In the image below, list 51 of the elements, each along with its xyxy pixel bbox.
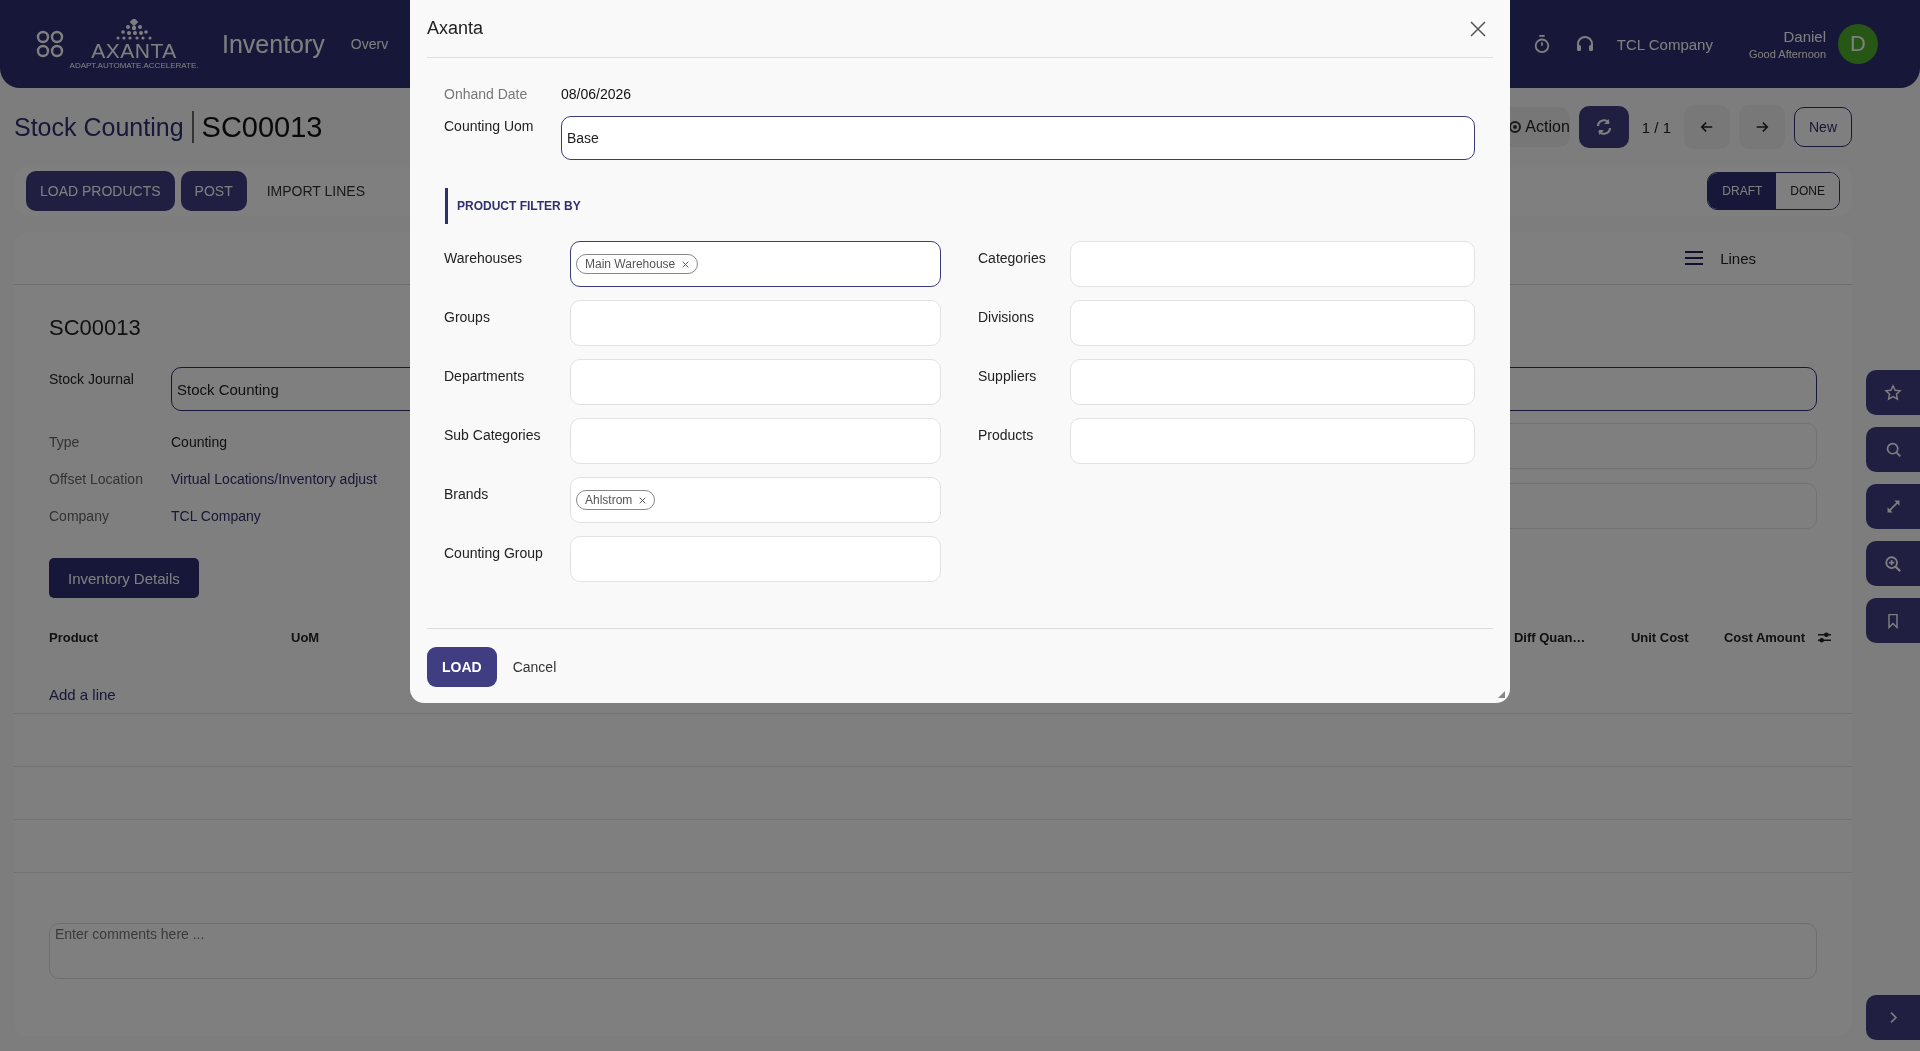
field-label: Onhand Date <box>444 86 529 102</box>
notebook-tab[interactable]: Lines <box>1684 232 1756 284</box>
field-link[interactable]: TCL Company <box>171 507 261 524</box>
user-name: Daniel <box>1783 28 1826 45</box>
greeting-text: Good Afternoon <box>1748 48 1826 60</box>
column-header[interactable]: Diff Quan… <box>1513 629 1631 645</box>
form-title: SC00013 <box>49 315 141 341</box>
field-label: Type <box>49 433 81 450</box>
field-label: Stock Journal <box>49 371 135 387</box>
header-button[interactable]: IMPORT LINES <box>252 171 379 211</box>
dialog-title: Axanta <box>427 18 484 39</box>
header-button[interactable]: POST <box>180 171 247 211</box>
field-label: Groups <box>444 309 491 327</box>
field-label: Warehouses <box>444 250 524 268</box>
field-value: Counting <box>171 433 228 450</box>
field-label: Products <box>978 427 1035 445</box>
field-label: Company <box>49 507 110 524</box>
field-link[interactable]: Virtual Locations/Inventory adjust <box>171 470 377 487</box>
field-label: Categories <box>978 250 1047 268</box>
field-label: Divisions <box>978 309 1035 327</box>
new-button[interactable]: New <box>1794 107 1852 147</box>
inventory-details-button[interactable]: Inventory Details <box>49 558 199 598</box>
field-label: Brands <box>444 486 490 504</box>
field-value: 08/06/2026 <box>561 86 632 102</box>
comments-field[interactable]: Enter comments here ... <box>49 923 1817 979</box>
field-label: Offset Location <box>49 470 144 487</box>
field-label: Suppliers <box>978 368 1038 386</box>
logo-tagline: ADAPT.AUTOMATE.ACCELERATE. <box>69 60 199 70</box>
section-title: PRODUCT FILTER BY <box>445 188 1475 224</box>
column-header[interactable]: Product <box>49 629 291 645</box>
company-switcher[interactable]: TCL Company <box>1616 35 1713 53</box>
app-title[interactable]: Inventory <box>222 29 325 59</box>
pager-counter: 1 / 1 <box>1641 118 1671 136</box>
input-field[interactable]: Base <box>561 116 1475 160</box>
tags-field[interactable]: Ahlstrom <box>570 477 941 523</box>
header-button[interactable]: LOAD PRODUCTS <box>26 171 175 211</box>
status-step[interactable]: DRAFT <box>1708 173 1777 209</box>
tags-field[interactable]: Main Warehouse <box>570 241 941 287</box>
field-label: Sub Categories <box>444 427 542 445</box>
add-line-link[interactable]: Add a line <box>49 686 116 703</box>
menu-item[interactable]: Overv <box>350 36 389 52</box>
record-title: SC00013 <box>201 110 323 144</box>
cancel-button[interactable]: Cancel <box>506 658 563 676</box>
column-header[interactable]: Cost Amount <box>1723 629 1805 645</box>
field-label: Counting Group <box>444 545 544 563</box>
field-label: Counting Uom <box>444 118 535 136</box>
breadcrumb-link[interactable]: Stock Counting <box>14 112 184 142</box>
field-label: Departments <box>444 368 526 386</box>
column-header[interactable]: Unit Cost <box>1630 629 1724 645</box>
logo-text: AXANTA <box>91 40 177 61</box>
load-button[interactable]: LOAD <box>427 647 497 687</box>
